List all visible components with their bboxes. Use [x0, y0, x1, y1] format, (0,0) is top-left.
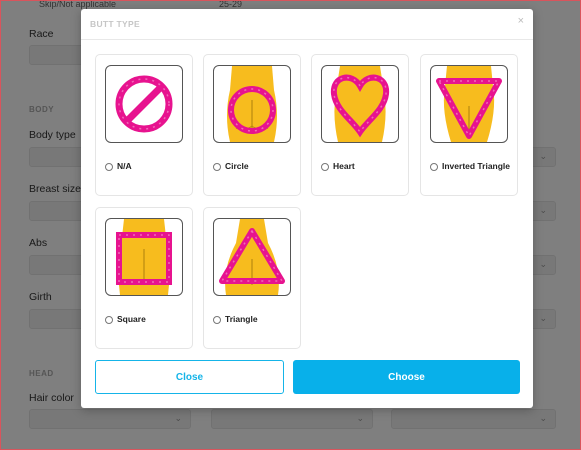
triangle-butt-icon: [219, 219, 285, 295]
radio-inverted-triangle[interactable]: [430, 163, 438, 171]
radio-triangle[interactable]: [213, 316, 221, 324]
option-label-heart: Heart: [333, 161, 355, 171]
butt-type-modal: BUTT TYPE × N/A Circle Heart Inverted Tr…: [81, 9, 533, 408]
option-label-inverted-triangle: Inverted Triangle: [442, 161, 511, 171]
option-label-na: N/A: [117, 161, 132, 171]
option-card-triangle[interactable]: Triangle: [203, 207, 301, 349]
inverted-triangle-butt-icon: [436, 66, 502, 142]
circle-thumbnail: [213, 65, 291, 143]
na-thumbnail: [105, 65, 183, 143]
square-butt-icon: [116, 219, 172, 295]
close-button[interactable]: Close: [95, 360, 284, 394]
modal-title: BUTT TYPE: [90, 19, 140, 29]
modal-header: BUTT TYPE ×: [81, 9, 533, 40]
radio-circle[interactable]: [213, 163, 221, 171]
heart-thumbnail: [321, 65, 399, 143]
inverted-triangle-thumbnail: [430, 65, 508, 143]
option-card-na[interactable]: N/A: [95, 54, 193, 196]
triangle-thumbnail: [213, 218, 291, 296]
heart-butt-icon: [330, 66, 390, 142]
option-label-square: Square: [117, 314, 146, 324]
option-card-square[interactable]: Square: [95, 207, 193, 349]
page-frame: Skip/Not applicable 25-29 Race BODY Body…: [0, 0, 581, 450]
option-label-circle: Circle: [225, 161, 249, 171]
square-thumbnail: [105, 218, 183, 296]
radio-na[interactable]: [105, 163, 113, 171]
option-card-circle[interactable]: Circle: [203, 54, 301, 196]
close-icon[interactable]: ×: [518, 15, 524, 27]
option-card-heart[interactable]: Heart: [311, 54, 409, 196]
option-card-inverted-triangle[interactable]: Inverted Triangle: [420, 54, 518, 196]
option-label-triangle: Triangle: [225, 314, 258, 324]
no-symbol-icon: [115, 75, 173, 133]
radio-heart[interactable]: [321, 163, 329, 171]
radio-square[interactable]: [105, 316, 113, 324]
choose-button[interactable]: Choose: [293, 360, 520, 394]
circle-butt-icon: [227, 66, 277, 142]
